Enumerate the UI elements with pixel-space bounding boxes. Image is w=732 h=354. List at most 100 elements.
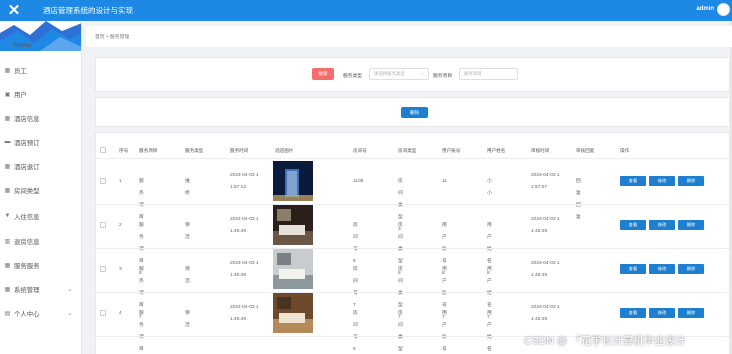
sidebar-item-0[interactable]: ⌂ Home [0, 38, 80, 52]
home-icon: ⌂ [5, 42, 10, 48]
room-number: 房间号8 [353, 223, 358, 264]
row-index: 1 [119, 179, 122, 184]
sidebar-item-7[interactable]: ▼ 入住信息 [0, 209, 80, 223]
service-type: 保洁 [185, 267, 190, 284]
table-panel [95, 132, 730, 354]
service-type-placeholder: 请选择服务类型 [374, 71, 405, 76]
edit-button[interactable]: 修改 [649, 176, 675, 186]
hotel-image [273, 249, 313, 289]
column-header: 用户账号 [442, 148, 461, 153]
view-button[interactable]: 查看 [620, 264, 646, 274]
column-header: 酒店图片 [275, 148, 294, 153]
chevron-down-icon: ⌄ [67, 286, 73, 293]
username-label[interactable]: admin [696, 6, 714, 12]
user-name: 小小 [487, 179, 492, 196]
sidebar-item-label: 系统管理 [14, 286, 40, 294]
sidebar-item-6[interactable]: ▦ 房间类型 [0, 183, 80, 197]
row-checkbox[interactable] [100, 266, 106, 272]
delete-button[interactable]: 删除 [678, 220, 704, 230]
room-number: 1105 [353, 179, 364, 184]
chart-icon: ▥ [4, 238, 11, 245]
close-icon[interactable]: ✕ [0, 0, 28, 21]
room-number: 房间号7 [353, 267, 358, 308]
service-item-input[interactable]: 服务项目 [459, 68, 518, 80]
row-index: 3 [119, 267, 122, 272]
hotel-image [273, 161, 313, 201]
edit-button[interactable]: 修改 [649, 264, 675, 274]
row-checkbox[interactable] [100, 310, 106, 316]
view-button[interactable]: 查看 [620, 220, 646, 230]
search-button[interactable]: 搜索 [312, 68, 334, 80]
column-header: 审核时间 [531, 148, 550, 153]
service-item-placeholder: 服务项目 [464, 71, 482, 76]
watermark: CSDN @ 「花学长计算机毕业设计 [524, 335, 686, 347]
room-number: 房间号6 [353, 311, 358, 352]
sidebar-item-8[interactable]: ▥ 退房信息 [0, 234, 80, 248]
sidebar-item-2[interactable]: ▣ 用户 [0, 87, 80, 101]
service-type: 保洁 [185, 311, 190, 328]
sidebar-item-5[interactable]: ▦ 酒店退订 [0, 159, 80, 173]
column-header: 序号 [119, 148, 129, 153]
grid-icon: ▦ [4, 262, 11, 269]
user-icon: ▣ [4, 91, 11, 98]
batch-delete-button[interactable]: 删除 [401, 107, 428, 118]
grid-icon: ▦ [4, 67, 11, 74]
service-time: 2024-04-03 1 1:57:13 [230, 173, 259, 190]
service-type-label: 服务类型 [343, 74, 363, 79]
top-bar: ✕ 酒店管理系统的设计与实现 admin [0, 0, 732, 21]
breadcrumb[interactable]: 首页 > 服务管理 [95, 33, 129, 40]
edit-button[interactable]: 修改 [649, 220, 675, 230]
sidebar-item-label: 服务服务 [14, 262, 40, 270]
sidebar-item-label: 酒店退订 [14, 163, 40, 171]
review-time: 2024-04-03 1 1:46:49 [531, 305, 560, 322]
delete-button[interactable]: 删除 [678, 264, 704, 274]
sidebar-item-4[interactable]: ▬ 酒店预订 [0, 135, 80, 149]
sidebar-item-label: 个人中心 [14, 310, 40, 318]
row-index: 2 [119, 223, 122, 228]
view-button[interactable]: 查看 [620, 308, 646, 318]
cup-icon: ▼ [4, 213, 11, 219]
monitor-icon: ▬ [4, 139, 11, 145]
review-time: 2024-04-03 1 1:46:49 [531, 217, 560, 234]
sidebar-item-11[interactable]: ▤ 个人中心 ⌄ [0, 306, 80, 320]
service-item-label: 服务项目 [433, 74, 453, 79]
service-time: 2024-04-03 1 1:46:49 [230, 261, 259, 278]
user-name: 用户姓名6 [487, 311, 492, 352]
sidebar-item-1[interactable]: ▦ 员工 [0, 63, 80, 77]
column-header: 房间号 [353, 148, 367, 153]
sidebar-item-label: 用户 [14, 91, 27, 99]
delete-button[interactable]: 删除 [678, 176, 704, 186]
user-account: 11 [442, 179, 447, 184]
row-checkbox[interactable] [100, 222, 106, 228]
column-header: 操作 [620, 148, 630, 153]
sidebar-item-10[interactable]: ▦ 系统管理 ⌄ [0, 282, 80, 296]
chevron-down-icon: ⌄ [67, 310, 73, 317]
search-panel: 搜索 服务类型 请选择服务类型 ⌄ 服务项目 服务项目 [95, 57, 730, 92]
header-divider [95, 158, 730, 159]
hotel-image [273, 293, 313, 333]
room-type: 房间类型6 [398, 311, 403, 352]
review-time: 2024-04-03 1 1:46:49 [531, 261, 560, 278]
chevron-down-icon: ⌄ [419, 71, 424, 77]
column-header: 服务类型 [185, 148, 204, 153]
edit-button[interactable]: 修改 [649, 308, 675, 318]
user-account: 用户账号6 [442, 311, 447, 352]
service-time: 2024-04-03 1 1:46:49 [230, 217, 259, 234]
breadcrumb-bar: 首页 > 服务管理 [86, 26, 732, 47]
review-time: 2024-04-03 1 1:57:07 [531, 173, 560, 190]
delete-button[interactable]: 删除 [678, 308, 704, 318]
sidebar: ⌂ Home ▦ 员工 ▣ 用户 ▦ 酒店信息 ▬ 酒店预订 ▦ 酒店退订 ▦ 房间类型 ▼ 入住信息 ▥ 退房信… [0, 21, 82, 354]
grid-icon: ▦ [4, 115, 11, 122]
row-checkbox[interactable] [100, 178, 106, 184]
sidebar-item-3[interactable]: ▦ 酒店信息 [0, 111, 80, 125]
row-divider [95, 204, 730, 205]
select-all-checkbox[interactable] [100, 147, 106, 153]
service-type: 保洁 [185, 223, 190, 240]
service-item: 服务项目 [139, 179, 144, 220]
service-type-select[interactable]: 请选择服务类型 ⌄ [369, 68, 429, 80]
view-button[interactable]: 查看 [620, 176, 646, 186]
row-divider [95, 292, 730, 293]
avatar[interactable] [717, 3, 730, 16]
sidebar-item-label: 房间类型 [14, 187, 40, 195]
sidebar-item-9[interactable]: ▦ 服务服务 [0, 258, 80, 272]
